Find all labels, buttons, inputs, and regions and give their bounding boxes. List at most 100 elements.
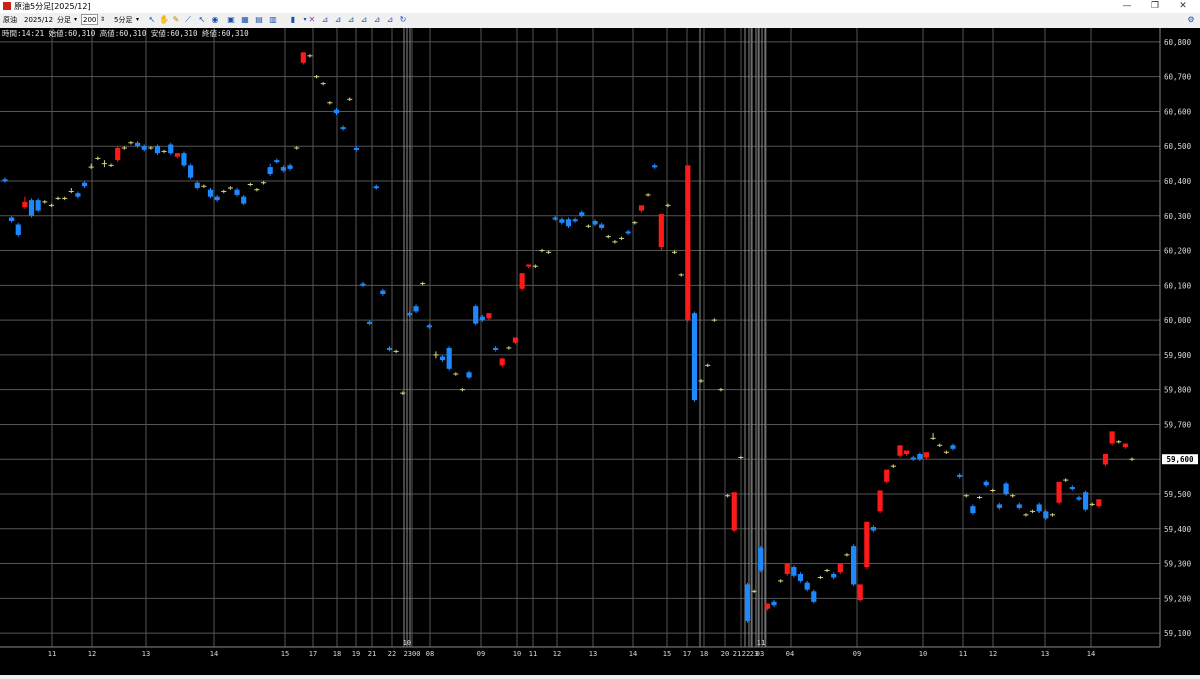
x-tick-label: 13 <box>142 650 150 658</box>
candle <box>473 304 479 326</box>
list-icon[interactable]: ▥ <box>268 15 278 25</box>
table-icon[interactable]: ▤ <box>254 15 264 25</box>
restore-button[interactable]: ❐ <box>1140 0 1170 13</box>
x-tick-label: 20 <box>721 650 729 658</box>
candle <box>930 433 936 441</box>
candle <box>81 181 88 188</box>
chart-icon-2[interactable]: ⊿ <box>333 15 343 25</box>
chart-icon-6[interactable]: ⊿ <box>385 15 395 25</box>
candle-body <box>877 490 883 512</box>
indicator-icon[interactable]: ✕ <box>307 15 317 25</box>
candle <box>711 318 717 322</box>
candle <box>870 525 877 533</box>
candle <box>2 177 8 183</box>
x-tick-label: 13 <box>589 650 597 658</box>
candle <box>506 346 512 350</box>
y-tick-label: 59,700 <box>1164 420 1192 429</box>
candle-body <box>526 264 532 267</box>
refresh-icon[interactable]: ◉ <box>210 15 220 25</box>
candle <box>420 281 426 286</box>
candle <box>247 182 253 187</box>
candle <box>658 214 664 251</box>
candle <box>1122 443 1128 449</box>
candle <box>22 196 28 209</box>
candle-body <box>996 504 1002 508</box>
window-icon[interactable]: ▣ <box>226 15 236 25</box>
y-tick-label: 60,600 <box>1164 107 1192 116</box>
candle <box>791 565 797 578</box>
pointer-tool-icon[interactable]: ↖ <box>147 15 157 25</box>
bar-chart-icon[interactable]: ▮ <box>288 15 298 25</box>
x-tick-label: 12 <box>88 650 96 658</box>
close-button[interactable]: ✕ <box>1168 0 1198 13</box>
candle <box>671 250 678 255</box>
candle-body <box>572 219 578 222</box>
y-tick-label: 60,300 <box>1164 212 1192 221</box>
chevron-down-icon[interactable]: ▾ <box>74 15 77 25</box>
candle-body <box>592 221 598 225</box>
candle <box>698 379 704 383</box>
chart-icon-5[interactable]: ⊿ <box>372 15 382 25</box>
candle-body <box>685 165 691 321</box>
candle-body <box>744 584 751 621</box>
chevron-down-icon[interactable]: ▾ <box>136 15 139 25</box>
candle-body <box>599 224 605 228</box>
candle <box>1076 495 1082 501</box>
grid-icon[interactable]: ▦ <box>240 15 250 25</box>
window-titlebar: 原油5分足[2025/12] — ❐ ✕ <box>0 0 1200 13</box>
period-select[interactable]: 5分足 <box>114 15 132 25</box>
line-tool-icon[interactable]: ⟋ <box>183 15 193 25</box>
candle-body <box>950 445 956 449</box>
candle <box>214 194 220 202</box>
candle <box>300 52 306 65</box>
candle-body <box>2 179 8 182</box>
candle <box>884 469 890 484</box>
candle <box>400 391 406 395</box>
y-tick-label: 60,800 <box>1164 38 1192 47</box>
candle-body <box>360 283 366 286</box>
contract-label: 2025/12 <box>24 16 54 24</box>
candle-body <box>771 601 777 606</box>
candle-body <box>1056 481 1062 503</box>
candlestick-chart[interactable]: 59,100 59,200 59,300 59,400 59,500 59,600 59,7… <box>0 28 1200 675</box>
candle <box>1016 502 1022 510</box>
chart-icon-4[interactable]: ⊿ <box>359 15 369 25</box>
minimize-button[interactable]: — <box>1112 0 1142 13</box>
candle <box>121 146 127 150</box>
hand-tool-icon[interactable]: ✋ <box>159 15 169 25</box>
candle <box>1089 502 1095 507</box>
candle <box>294 146 300 150</box>
candle <box>705 363 711 368</box>
candle-body <box>625 231 631 234</box>
candle-body <box>75 193 81 197</box>
cursor-icon[interactable]: ↖ <box>197 15 207 25</box>
x-tick-label: 11 <box>959 650 967 658</box>
candle <box>638 205 645 213</box>
chart-icon-3[interactable]: ⊿ <box>346 15 356 25</box>
candle-body <box>917 453 923 460</box>
candle <box>161 149 167 154</box>
candle <box>612 240 618 244</box>
candle <box>963 493 969 498</box>
candle-body <box>691 313 698 401</box>
candle <box>731 492 737 533</box>
candle-body <box>1069 487 1075 490</box>
candle <box>943 450 949 454</box>
interval-select[interactable]: 分足 <box>57 15 71 25</box>
product-label: 原油 <box>3 16 17 24</box>
current-price-label: 59,600 <box>1166 455 1194 464</box>
settings-icon[interactable]: ⚙ <box>1186 15 1196 25</box>
chart-area[interactable]: 59,100 59,200 59,300 59,400 59,500 59,600 59,7… <box>0 28 1200 675</box>
chart-icon-1[interactable]: ⊿ <box>320 15 330 25</box>
x-tick-label: 17 <box>683 650 691 658</box>
candle-body <box>1076 497 1082 500</box>
pencil-tool-icon[interactable]: ✎ <box>171 15 181 25</box>
candle <box>546 250 552 255</box>
count-input[interactable]: 200 <box>81 14 98 25</box>
candle <box>168 142 174 155</box>
candle-body <box>731 492 737 531</box>
x-tick-label: 12 <box>989 650 997 658</box>
candle-body <box>9 217 15 222</box>
spinner-icon[interactable]: ⇕ <box>100 15 105 25</box>
reload-icon[interactable]: ↻ <box>398 15 408 25</box>
